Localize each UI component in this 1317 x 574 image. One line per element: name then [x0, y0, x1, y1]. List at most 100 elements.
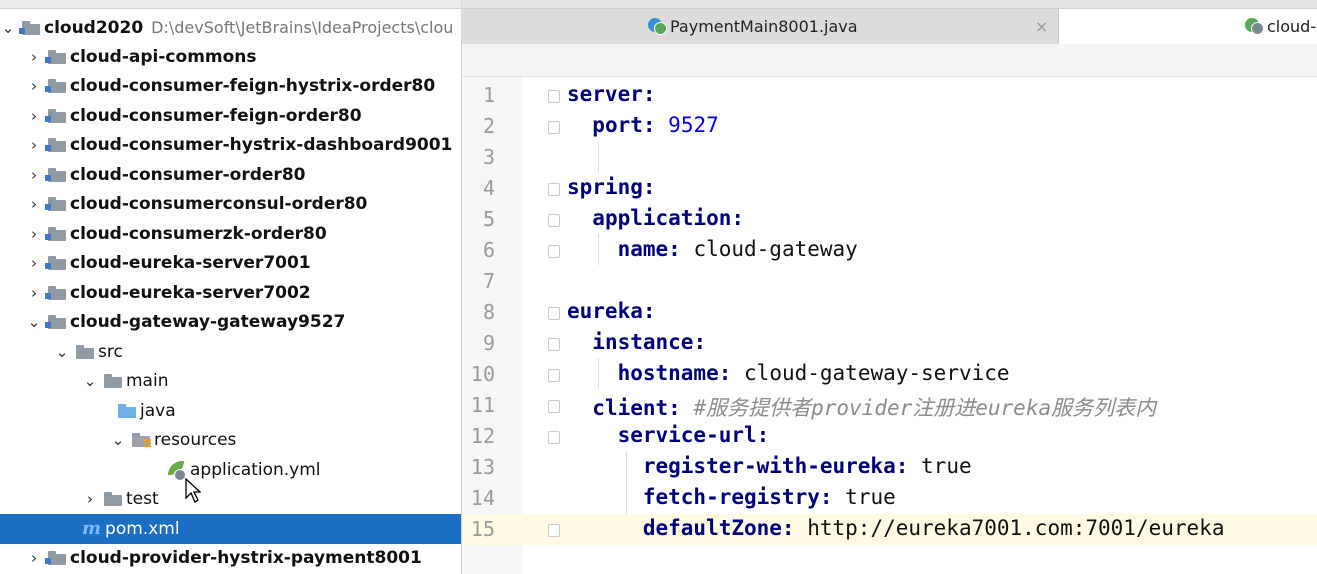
chevron-right-icon[interactable]: ›: [26, 549, 42, 567]
module-label: cloud-consumer-order80: [70, 164, 306, 185]
yaml-key: application:: [592, 206, 745, 230]
tab-cloud-active[interactable]: cloud-: [1059, 9, 1317, 44]
folder-label: java: [140, 400, 176, 421]
root-path: D:\devSoft\JetBrains\IdeaProjects\clou: [151, 18, 454, 38]
spring-yml-icon: [1245, 16, 1264, 38]
tree-module[interactable]: › cloud-consumerconsul-order80: [0, 189, 461, 219]
chevron-down-icon[interactable]: ⌄: [110, 431, 126, 449]
tree-module[interactable]: › cloud-consumer-hystrix-dashboard9001: [0, 130, 461, 160]
tree-module[interactable]: › cloud-provider-hystrix-payment8001: [0, 543, 461, 573]
fold-marker-icon[interactable]: [548, 431, 560, 444]
module-label: cloud-api-commons: [70, 46, 257, 67]
tree-module[interactable]: › cloud-eureka-server7002: [0, 278, 461, 308]
chevron-down-icon[interactable]: ⌄: [0, 19, 16, 37]
code-line[interactable]: 2 port: 9527: [462, 111, 1317, 142]
fold-marker-icon[interactable]: [548, 121, 560, 134]
tree-file-pom-xml[interactable]: m pom.xml: [0, 514, 461, 544]
tree-folder-java[interactable]: java: [0, 396, 461, 426]
chevron-right-icon[interactable]: ›: [26, 48, 42, 66]
module-label: cloud-gateway-gateway9527: [70, 311, 346, 332]
code-line[interactable]: 10 hostname: cloud-gateway-service: [462, 359, 1317, 390]
chevron-right-icon[interactable]: ›: [26, 225, 42, 243]
fold-marker-icon[interactable]: [548, 400, 560, 413]
fold-marker-icon[interactable]: [548, 307, 560, 320]
yaml-value: http://eureka7001.com:7001/eureka: [807, 516, 1225, 540]
breadcrumb-strip: [462, 44, 1317, 77]
chevron-down-icon[interactable]: ⌄: [82, 372, 98, 390]
fold-marker-icon[interactable]: [548, 524, 560, 537]
folder-label: src: [98, 341, 123, 362]
code-line[interactable]: 8 eureka:: [462, 297, 1317, 328]
chevron-right-icon[interactable]: ›: [26, 107, 42, 125]
folder-icon: [76, 344, 94, 359]
tree-folder-src[interactable]: ⌄ src: [0, 337, 461, 367]
code-line-current[interactable]: 15 defaultZone: http://eureka7001.com:70…: [462, 514, 1317, 545]
chevron-right-icon[interactable]: ›: [26, 166, 42, 184]
file-label: application.yml: [190, 459, 321, 480]
line-number: 2: [482, 114, 495, 138]
code-line[interactable]: 3: [462, 142, 1317, 173]
module-label: cloud-consumer-feign-hystrix-order80: [70, 75, 436, 96]
tree-module[interactable]: › cloud-consumerzk-order80: [0, 219, 461, 249]
tree-module[interactable]: › cloud-consumer-feign-order80: [0, 101, 461, 131]
tree-header-strip: [0, 0, 461, 9]
tree-module[interactable]: › cloud-consumer-order80: [0, 160, 461, 190]
fold-marker-icon[interactable]: [548, 183, 560, 196]
line-number: 9: [482, 331, 495, 355]
chevron-down-icon[interactable]: ⌄: [54, 343, 70, 361]
yaml-key: hostname:: [617, 361, 732, 385]
fold-marker-icon[interactable]: [548, 90, 560, 103]
tree-module[interactable]: › cloud-consumer-feign-hystrix-order80: [0, 71, 461, 101]
code-line[interactable]: 9 instance:: [462, 328, 1317, 359]
line-number: 10: [470, 362, 495, 386]
chevron-right-icon[interactable]: ›: [26, 284, 42, 302]
tree-root-cloud2020[interactable]: ⌄ cloud2020 D:\devSoft\JetBrains\IdeaPro…: [0, 13, 461, 43]
line-number: 6: [482, 238, 495, 262]
module-folder-icon: [45, 137, 66, 152]
code-line[interactable]: 12 service-url:: [462, 421, 1317, 452]
chevron-right-icon[interactable]: ›: [26, 254, 42, 272]
chevron-down-icon[interactable]: ⌄: [26, 313, 42, 331]
tree-module[interactable]: › cloud-eureka-server7001: [0, 248, 461, 278]
yaml-key: instance:: [592, 330, 707, 354]
line-number: 8: [482, 300, 495, 324]
line-number: 11: [470, 393, 495, 417]
tree-folder-resources[interactable]: ⌄ resources: [0, 425, 461, 455]
module-label: cloud-consumer-hystrix-dashboard9001: [70, 134, 453, 155]
code-line[interactable]: 13 register-with-eureka: true: [462, 452, 1317, 483]
yaml-key: port:: [592, 113, 656, 137]
yaml-key: client:: [592, 396, 681, 420]
tree-folder-main[interactable]: ⌄ main: [0, 366, 461, 396]
fold-marker-icon[interactable]: [548, 214, 560, 227]
tree-module-gateway[interactable]: ⌄ cloud-gateway-gateway9527: [0, 307, 461, 337]
tree-file-application-yml[interactable]: application.yml: [0, 455, 461, 485]
chevron-right-icon[interactable]: ›: [26, 77, 42, 95]
line-number: 13: [470, 455, 495, 479]
code-line[interactable]: 11 client: #服务提供者provider注册进eureka服务列表内: [462, 390, 1317, 421]
yaml-key: service-url:: [617, 423, 770, 447]
resources-folder-icon: [132, 432, 151, 447]
code-line[interactable]: 14 fetch-registry: true: [462, 483, 1317, 514]
yaml-key: eureka:: [567, 299, 656, 323]
spring-yml-icon: [166, 460, 186, 481]
code-line[interactable]: 1 server:: [462, 80, 1317, 111]
yaml-key: defaultZone:: [642, 516, 795, 540]
code-line[interactable]: 7: [462, 266, 1317, 297]
code-line[interactable]: 5 application:: [462, 204, 1317, 235]
close-icon[interactable]: ×: [1035, 17, 1048, 36]
tree-module[interactable]: › cloud-api-commons: [0, 42, 461, 72]
chevron-right-icon[interactable]: ›: [26, 136, 42, 154]
code-line[interactable]: 6 name: cloud-gateway: [462, 235, 1317, 266]
yaml-key: name:: [617, 237, 681, 261]
chevron-right-icon[interactable]: ›: [82, 490, 98, 508]
yaml-value: 9527: [668, 113, 719, 137]
tree-folder-test[interactable]: › test: [0, 484, 461, 514]
yaml-value: true: [845, 485, 896, 509]
yaml-key: fetch-registry:: [642, 485, 833, 509]
fold-marker-icon[interactable]: [548, 245, 560, 258]
fold-marker-icon[interactable]: [548, 369, 560, 382]
code-line[interactable]: 4 spring:: [462, 173, 1317, 204]
fold-marker-icon[interactable]: [548, 338, 560, 351]
chevron-right-icon[interactable]: ›: [26, 195, 42, 213]
tab-paymentmain8001[interactable]: PaymentMain8001.java ×: [462, 9, 1059, 44]
